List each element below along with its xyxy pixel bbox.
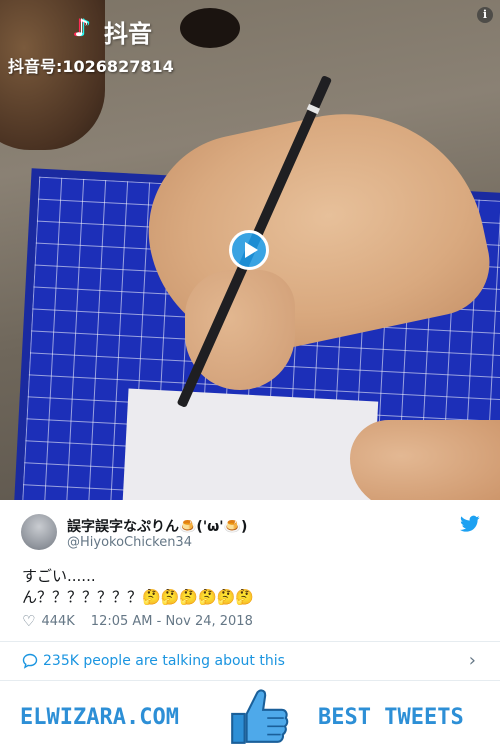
display-name[interactable]: 誤字誤字なぷりん🍮('ω'🍮) <box>67 516 247 536</box>
tiktok-id: 抖音号:1026827814 <box>8 57 174 76</box>
tweet-meta: ♡ 444K 12:05 AM - Nov 24, 2018 <box>22 612 253 630</box>
tweet-author[interactable]: 誤字誤字なぷりん🍮('ω'🍮) @HiyokoChicken34 <box>21 514 481 554</box>
divider <box>0 641 500 642</box>
chevron-right-icon: › <box>468 650 476 671</box>
banner-tagline[interactable]: BEST TWEETS <box>318 705 464 730</box>
user-handle[interactable]: @HiyokoChicken34 <box>67 535 192 550</box>
tiktok-logo-icon: ♪ <box>74 14 90 42</box>
thumbs-up-icon <box>231 689 289 744</box>
tweet-text: すごい...... ん？？？？？？？🤔🤔🤔🤔🤔🤔 <box>22 567 255 606</box>
conversation-link[interactable]: 235K people are talking about this › <box>22 650 480 671</box>
twitter-bird-icon[interactable] <box>460 515 480 533</box>
talking-text: 235K people are talking about this <box>43 653 285 669</box>
avatar[interactable] <box>21 514 57 550</box>
dark-spot <box>180 8 240 48</box>
heart-icon[interactable]: ♡ <box>22 612 35 630</box>
tiktok-brand: 抖音 <box>104 20 152 48</box>
like-count[interactable]: 444K <box>41 614 74 629</box>
thumb <box>350 420 500 500</box>
promo-banner: ELWIZARA.COM BEST TWEETS <box>0 681 500 752</box>
tweet-timestamp[interactable]: 12:05 AM - Nov 24, 2018 <box>91 614 253 629</box>
banner-site-name[interactable]: ELWIZARA.COM <box>20 705 179 730</box>
speech-bubble-icon <box>22 653 38 669</box>
play-icon <box>245 242 258 258</box>
paper-sheet <box>121 388 379 500</box>
play-button[interactable] <box>229 230 269 270</box>
info-icon[interactable]: i <box>477 7 493 23</box>
video-player[interactable]: ♪ 抖音 抖音号:1026827814 i <box>0 0 500 500</box>
